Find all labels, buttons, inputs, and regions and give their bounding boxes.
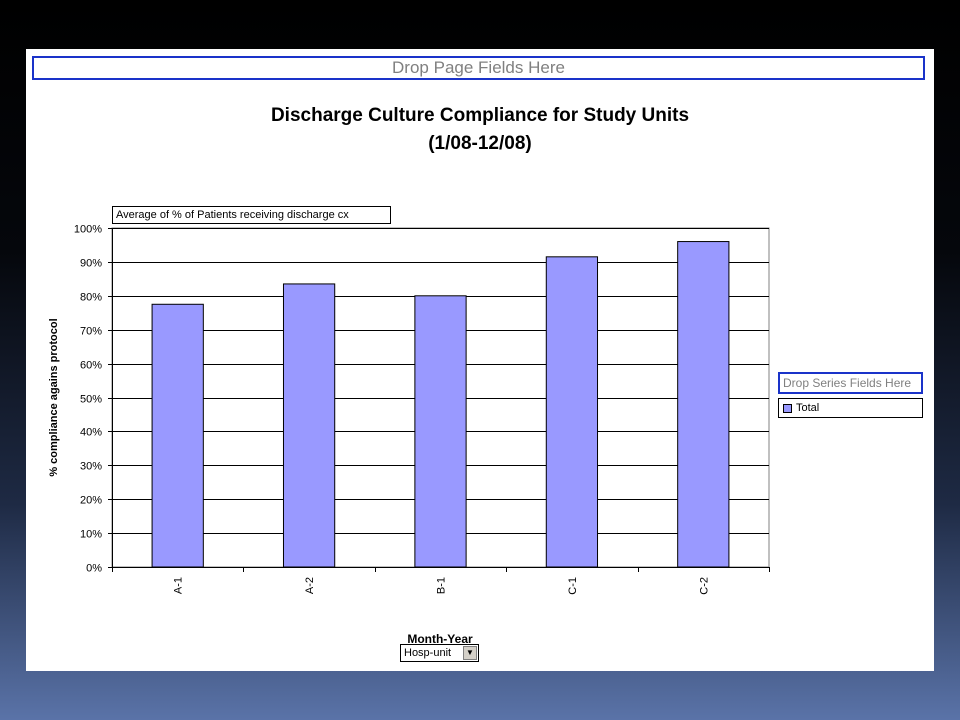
y-tick-label: 70% <box>80 326 102 338</box>
y-tick-label: 10% <box>80 529 102 541</box>
pivot-chart-panel: Drop Page Fields Here Discharge Culture … <box>26 49 934 671</box>
x-tick-label: C-1 <box>567 577 579 595</box>
chevron-down-icon[interactable]: ▼ <box>463 646 477 660</box>
y-tick-label: 20% <box>80 495 102 507</box>
y-tick-label: 80% <box>80 292 102 304</box>
legend: Total <box>778 398 923 418</box>
bar-C-1 <box>545 256 599 568</box>
legend-swatch <box>783 403 792 413</box>
y-tick-label: 40% <box>80 427 102 439</box>
bar-B-1 <box>414 295 467 568</box>
y-axis-title: % compliance agains protocol <box>48 318 60 476</box>
y-tick-label: 60% <box>80 360 102 372</box>
x-tick-label: B-1 <box>436 577 448 594</box>
y-tick-label: 30% <box>80 461 102 473</box>
y-tick-label: 50% <box>80 394 102 406</box>
y-tick-label: 100% <box>74 224 102 236</box>
y-tick-label: 0% <box>86 563 102 575</box>
bar-chart: 0% 10% 20% 30% 40% 50% 60% 70% 80% 90% 100% A-1 A-2 B… <box>48 224 770 646</box>
x-tick-label: A-2 <box>304 577 316 594</box>
bar-A-2 <box>282 283 336 568</box>
legend-label: Total <box>796 402 820 414</box>
drop-series-fields-area[interactable]: Drop Series Fields Here <box>778 372 923 394</box>
x-tick-label: C-2 <box>698 577 710 595</box>
y-tick-label: 90% <box>80 258 102 270</box>
x-tick-label: A-1 <box>173 577 185 594</box>
category-field-label: Hosp-unit <box>404 647 452 659</box>
category-field-dropdown[interactable]: Hosp-unit ▼ <box>400 644 479 662</box>
bar-C-2 <box>677 241 730 568</box>
bar-A-1 <box>151 303 204 568</box>
